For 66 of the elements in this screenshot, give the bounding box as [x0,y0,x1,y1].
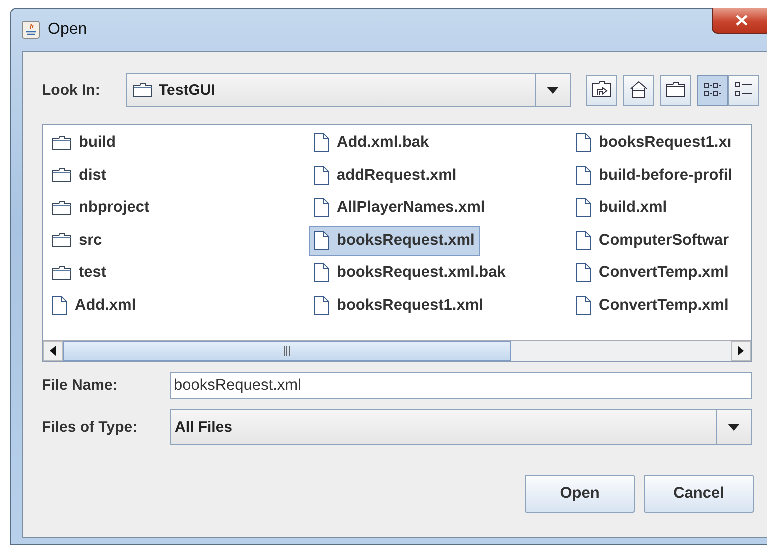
close-button[interactable] [712,8,767,34]
right-arrow-icon [738,346,744,356]
file-item[interactable]: build-before-profil [571,160,738,191]
list-view-button[interactable] [697,74,728,106]
document-icon [576,296,592,316]
file-item[interactable]: ConvertTemp.xml [571,258,734,288]
window-title: Open [48,21,88,39]
grip-icon [284,346,290,356]
close-icon [736,15,748,26]
home-button[interactable] [623,74,654,106]
file-name-field[interactable]: booksRequest.xml [170,372,752,399]
dialog-button[interactable]: Cancel [644,475,754,513]
dropdown-arrow-icon [728,424,740,430]
folder-icon [52,233,72,248]
list-view-icon [704,82,722,98]
folder-item[interactable]: src [47,226,108,256]
folder-item[interactable]: test [47,258,112,288]
file-item[interactable]: booksRequest1.xml [309,290,488,321]
home-icon [628,80,648,100]
file-item[interactable]: booksRequest.xml [309,226,480,256]
left-arrow-icon [50,346,56,356]
folder-icon [666,82,686,98]
scrollbar-thumb[interactable] [63,341,511,361]
dialog-button[interactable]: Open [525,475,635,513]
document-icon [576,133,592,153]
document-icon [314,166,330,186]
file-name-label: File Name: [42,377,119,394]
folder-item[interactable]: dist [47,160,112,191]
document-icon [314,296,330,316]
details-view-icon [734,82,752,98]
document-icon [314,133,330,153]
horizontal-scrollbar[interactable] [43,340,751,361]
file-item[interactable]: build.xml [571,193,672,224]
file-item[interactable]: booksRequest.xml.bak [309,258,511,288]
document-icon [576,198,592,218]
look-in-dropdown[interactable]: TestGUI [126,73,571,107]
document-icon [314,263,330,284]
folder-icon [52,168,72,184]
document-icon [576,263,592,284]
up-folder-button[interactable] [586,74,617,106]
new-folder-button[interactable] [660,74,691,106]
dropdown-arrow-icon [547,86,559,94]
file-item[interactable]: Add.xml [47,290,142,321]
folder-up-icon [592,81,612,99]
file-item[interactable]: AllPlayerNames.xml [309,193,490,224]
file-item[interactable]: Add.xml.bak [309,128,434,158]
document-icon [52,296,68,316]
document-icon [314,198,330,218]
document-icon [576,166,592,186]
details-view-button[interactable] [728,74,759,106]
document-icon [314,230,330,251]
folder-item[interactable]: build [47,128,122,158]
folder-icon [133,82,153,98]
file-type-dropdown[interactable]: All Files [170,409,752,445]
app-icon [22,21,40,39]
file-item[interactable]: booksRequest1.xı [571,128,737,158]
folder-item[interactable]: nbproject [47,193,155,224]
file-item[interactable]: addRequest.xml [309,160,462,191]
file-type-label: Files of Type: [42,418,139,436]
look-in-label: Look In: [42,82,102,98]
document-icon [576,230,592,251]
file-item[interactable]: ComputerSoftwar [571,226,734,256]
folder-icon [52,266,72,281]
folder-icon [52,136,72,150]
file-item[interactable]: ConvertTemp.xml [571,290,734,321]
folder-icon [52,200,72,216]
